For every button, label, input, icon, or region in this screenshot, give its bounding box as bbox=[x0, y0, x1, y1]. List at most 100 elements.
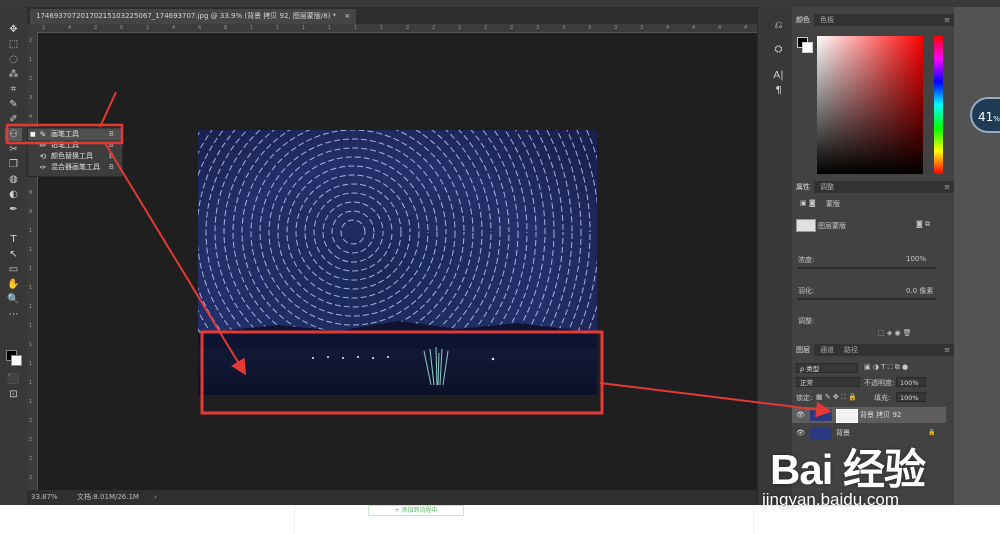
canvas-area[interactable] bbox=[38, 33, 757, 490]
ruler-tick-label: 2 bbox=[458, 25, 462, 31]
brush-tool-icon[interactable]: ⚇ bbox=[5, 128, 22, 141]
feather-value[interactable]: 0.0 像素 bbox=[906, 286, 933, 296]
density-slider[interactable] bbox=[798, 267, 936, 269]
ruler-tick-label: 3 bbox=[614, 25, 618, 31]
color-field[interactable] bbox=[817, 36, 923, 174]
tab-properties[interactable]: 属性 bbox=[792, 181, 814, 193]
ruler-tick-label: 1 bbox=[29, 342, 33, 348]
tab-color[interactable]: 颜色 bbox=[792, 14, 814, 26]
healing-tool-icon[interactable]: ✐ bbox=[5, 113, 22, 126]
type-tool-icon[interactable]: ↖ bbox=[5, 248, 22, 261]
layer-mask-thumbnail[interactable] bbox=[836, 409, 858, 423]
add-to-flow-button[interactable]: + 添加到流程中 bbox=[368, 505, 464, 516]
rectangle-tool-icon[interactable]: ✋ bbox=[5, 278, 22, 291]
ruler-tick-label: 1 bbox=[29, 380, 33, 386]
lasso-tool-icon[interactable]: ◌ bbox=[5, 53, 22, 66]
document-tab[interactable]: 174693707201702151032250​67_174693707.jp… bbox=[30, 9, 357, 24]
ruler-tick-label: 1 bbox=[29, 228, 33, 234]
character-icon[interactable]: A| bbox=[770, 69, 787, 82]
move-tool-icon[interactable]: ✥ bbox=[5, 23, 22, 36]
density-label: 浓度: bbox=[798, 256, 815, 264]
feather-slider[interactable] bbox=[798, 298, 936, 300]
flyout-item-brush[interactable]: ■ ✎ 画笔工具 B bbox=[28, 129, 122, 140]
ruler-tick-label: 2 bbox=[484, 25, 488, 31]
feather-label: 羽化: bbox=[798, 287, 815, 295]
density-value[interactable]: 100% bbox=[906, 255, 926, 263]
layer-mask-label: 图层蒙版 bbox=[818, 222, 846, 230]
hue-slider[interactable] bbox=[934, 36, 943, 174]
photoshop-window: ✥ ⬚ ◌ ⁂ ⌗ ✎ ✐ ⚇ ✂ ❐ ◍ ◐ ✒ T ↖ ▭ ✋ 🔍 ⋯ ⬛ … bbox=[0, 0, 1000, 505]
tab-layers[interactable]: 图层 bbox=[792, 344, 814, 356]
flyout-item-pencil[interactable]: ✏ 铅笔工具 B bbox=[28, 140, 122, 151]
tools-panel: ✥ ⬚ ◌ ⁂ ⌗ ✎ ✐ ⚇ ✂ ❐ ◍ ◐ ✒ T ↖ ▭ ✋ 🔍 ⋯ ⬛ … bbox=[0, 7, 28, 505]
ruler-tick-label: 4 bbox=[68, 25, 72, 31]
tab-channels[interactable]: 通道 bbox=[816, 344, 838, 356]
paragraph-icon[interactable]: ¶ bbox=[770, 84, 787, 97]
ruler-corner bbox=[27, 24, 38, 32]
background-color-swatch[interactable] bbox=[11, 355, 22, 366]
layer-filter-icons[interactable]: ▣ ◑ T ⛶ ⧉ ● bbox=[864, 363, 908, 372]
ruler-tick-label: 1 bbox=[29, 57, 33, 63]
lock-icons[interactable]: ▦ ✎ ✥ ⛶ 🔒 bbox=[816, 393, 857, 402]
watermark-logo: Bai 经验 bbox=[770, 446, 926, 493]
flyout-item-mixer-brush[interactable]: ✑ 混合器画笔工具 B bbox=[28, 162, 122, 173]
crop-tool-icon[interactable]: ⌗ bbox=[5, 83, 22, 96]
ruler-tick-label: 1 bbox=[276, 25, 280, 31]
opacity-label: 不透明度: bbox=[864, 379, 895, 387]
tool-presets-icon[interactable]: ⛭ bbox=[770, 43, 787, 56]
properties-panel-tabs: 属性 调整 ≡ bbox=[792, 181, 954, 193]
ruler-tick-label: 4 bbox=[29, 114, 33, 120]
zoom-tool-icon[interactable]: ⋯ bbox=[5, 308, 22, 321]
color-background[interactable] bbox=[802, 42, 813, 53]
pen-tool-icon[interactable]: T bbox=[5, 233, 22, 246]
ruler-tick-label: 1 bbox=[29, 323, 33, 329]
magic-wand-tool-icon[interactable]: ⁂ bbox=[5, 68, 22, 81]
opacity-field[interactable]: 100% bbox=[896, 377, 926, 387]
ruler-tick-label: 4 bbox=[744, 25, 748, 31]
eye-icon[interactable]: 👁 bbox=[796, 407, 805, 423]
flyout-item-color-replace[interactable]: ⟲ 颜色替换工具 B bbox=[28, 151, 122, 162]
zoom-widget[interactable]: 41% bbox=[970, 97, 1000, 133]
close-icon[interactable]: × bbox=[344, 12, 350, 20]
ruler-tick-label: 3 bbox=[536, 25, 540, 31]
quick-mask-icon[interactable]: ⬛ bbox=[5, 373, 22, 386]
ruler-tick-label: 8 bbox=[224, 25, 228, 31]
eraser-tool-icon[interactable]: ◍ bbox=[5, 173, 22, 186]
panel-menu-icon[interactable]: ≡ bbox=[944, 344, 950, 356]
panel-menu-icon[interactable]: ≡ bbox=[944, 14, 950, 26]
right-panels: 颜色 色板 ≡ 属性 调整 ≡ ▣ ◙ 蒙版 图层蒙版 ◙ ⧉ 浓度: 100%… bbox=[792, 7, 954, 505]
marquee-tool-icon[interactable]: ⬚ bbox=[5, 38, 22, 51]
layers-panel-tabs: 图层 通道 路径 ≡ bbox=[792, 344, 954, 356]
ruler-tick-label: 4 bbox=[692, 25, 696, 31]
mask-type-icons[interactable]: ▣ ◙ bbox=[800, 199, 816, 207]
stamp-tool-icon[interactable]: ✂ bbox=[5, 143, 22, 156]
zoom-level[interactable]: 33.87% bbox=[31, 490, 58, 505]
panel-menu-icon[interactable]: ≡ bbox=[944, 181, 950, 193]
ruler-tick-label: 2 bbox=[406, 25, 410, 31]
history-brush-icon[interactable]: ❐ bbox=[5, 158, 22, 171]
tab-paths[interactable]: 路径 bbox=[840, 344, 862, 356]
ruler-tick-label: 4 bbox=[666, 25, 670, 31]
path-selection-icon[interactable]: ▭ bbox=[5, 263, 22, 276]
tab-adjustments[interactable]: 调整 bbox=[816, 181, 838, 193]
gradient-tool-icon[interactable]: ◐ bbox=[5, 188, 22, 201]
screen-mode-icon[interactable]: ⊡ bbox=[5, 388, 22, 401]
layer-filter-select[interactable]: ρ 类型 bbox=[796, 363, 858, 373]
options-bar bbox=[0, 0, 1000, 7]
layer-row-background-copy[interactable]: 👁 背景 拷贝 92 bbox=[792, 407, 946, 423]
baidu-jingyan-watermark: Bai 经验 jingyan.baidu.com bbox=[760, 436, 960, 516]
eyedropper-tool-icon[interactable]: ✎ bbox=[5, 98, 22, 111]
history-icon[interactable]: ⎌ bbox=[770, 19, 787, 32]
blur-tool-icon[interactable]: ✒ bbox=[5, 203, 22, 216]
mask-action-icons[interactable]: ◙ ⧉ bbox=[916, 220, 930, 229]
vertical-ruler: 212345678911111111112222 bbox=[27, 32, 38, 490]
properties-footer-icons[interactable]: ⬚ ◈ ◉ 🗑 bbox=[878, 329, 912, 337]
chevron-right-icon[interactable]: › bbox=[154, 490, 157, 505]
ruler-tick-label: 2 bbox=[29, 437, 33, 443]
hand-tool-icon[interactable]: 🔍 bbox=[5, 293, 22, 306]
ruler-tick-label: 1 bbox=[354, 25, 358, 31]
blend-mode-select[interactable]: 正常 bbox=[796, 377, 860, 387]
fill-field[interactable]: 100% bbox=[896, 392, 926, 402]
tab-swatches[interactable]: 色板 bbox=[816, 14, 838, 26]
ruler-tick-label: 2 bbox=[29, 38, 33, 44]
